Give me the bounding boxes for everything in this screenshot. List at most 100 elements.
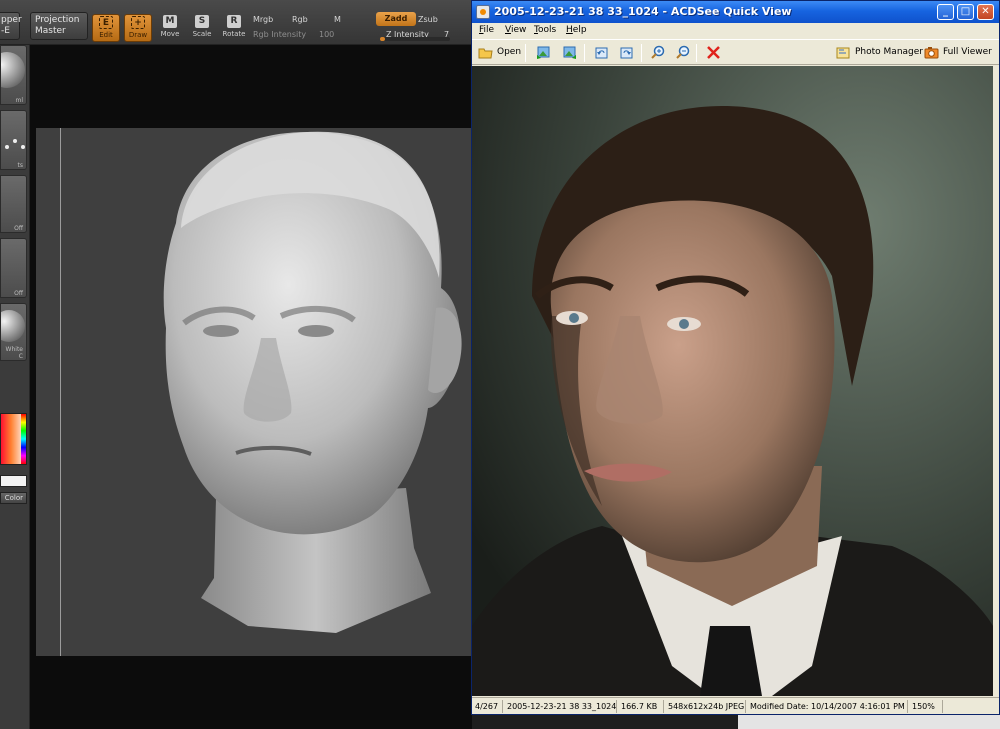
texture-swatch[interactable]: Off bbox=[0, 238, 27, 298]
rotate-left-button[interactable] bbox=[592, 43, 611, 62]
draw-button[interactable]: + Draw bbox=[124, 14, 152, 42]
acdsee-titlebar[interactable]: 2005-12-23-21 38 33_1024 - ACDSee Quick … bbox=[472, 1, 999, 23]
status-modified-date: Modified Date: 10/14/2007 4:16:01 PM bbox=[747, 700, 908, 713]
photo-manager-button[interactable] bbox=[834, 43, 853, 62]
edit-label: Edit bbox=[99, 31, 113, 39]
stroke-swatch-label: ts bbox=[17, 162, 23, 169]
texture-swatch-label: Off bbox=[14, 290, 23, 297]
background-window-edge bbox=[738, 715, 1000, 729]
rotate-right-icon bbox=[620, 47, 633, 59]
delete-x-icon bbox=[707, 46, 720, 59]
status-filename: 2005-12-23-21 38 33_1024 bbox=[504, 700, 617, 713]
acdsee-quick-view-window: 2005-12-23-21 38 33_1024 - ACDSee Quick … bbox=[471, 0, 1000, 715]
menu-help[interactable]: Help bbox=[566, 25, 587, 35]
zsub-button[interactable]: Zsub bbox=[418, 15, 438, 24]
rotate-label: Rotate bbox=[222, 30, 246, 38]
rotate-button[interactable]: R Rotate bbox=[220, 14, 248, 42]
open-label[interactable]: Open bbox=[497, 47, 521, 57]
m-button[interactable]: M bbox=[334, 15, 341, 24]
next-image-icon bbox=[563, 46, 576, 59]
acdsee-toolbar: Open Photo Manager Full Viewer bbox=[472, 39, 999, 65]
mrgb-button[interactable]: Mrgb bbox=[253, 15, 273, 24]
delete-button[interactable] bbox=[704, 43, 723, 62]
zoom-in-icon bbox=[651, 45, 665, 59]
close-button[interactable]: ✕ bbox=[977, 4, 994, 20]
photo-manager-icon bbox=[836, 47, 850, 59]
acdsee-statusbar: 4/267 2005-12-23-21 38 33_1024 166.7 KB … bbox=[472, 697, 999, 714]
full-viewer-label[interactable]: Full Viewer bbox=[943, 47, 992, 57]
rotate-icon: R bbox=[227, 15, 241, 28]
move-label: Move bbox=[160, 30, 180, 38]
projection-master-line1: Projection bbox=[35, 15, 80, 25]
move-button[interactable]: M Move bbox=[156, 14, 184, 42]
zadd-button[interactable]: Zadd bbox=[376, 12, 416, 26]
canvas-guide-line bbox=[60, 128, 61, 656]
rgb-intensity-label: Rgb Intensity bbox=[253, 30, 307, 39]
hue-strip[interactable] bbox=[21, 414, 26, 464]
color-menu-button[interactable]: Color bbox=[0, 492, 27, 504]
photo-manager-label[interactable]: Photo Manager bbox=[855, 47, 923, 57]
zoom-out-button[interactable] bbox=[673, 43, 692, 62]
material-swatch[interactable]: ml bbox=[0, 45, 27, 105]
white-material-swatch[interactable]: White C bbox=[0, 303, 27, 361]
toolbar-separator bbox=[641, 44, 642, 62]
alpha-swatch-label: Off bbox=[14, 225, 23, 232]
draw-label: Draw bbox=[128, 31, 148, 39]
full-viewer-button[interactable] bbox=[922, 43, 941, 62]
open-button[interactable] bbox=[476, 43, 495, 62]
draw-icon: + bbox=[131, 16, 145, 29]
image-viewport[interactable] bbox=[472, 66, 993, 696]
secondary-color-bar[interactable] bbox=[0, 475, 27, 487]
scale-label: Scale bbox=[192, 30, 212, 38]
color-picker[interactable] bbox=[0, 413, 27, 465]
z-intensity-slider[interactable] bbox=[380, 37, 450, 41]
sculpted-head-model[interactable] bbox=[36, 128, 472, 656]
acdsee-menubar: File View Tools Help bbox=[472, 23, 999, 39]
rotate-right-button[interactable] bbox=[617, 43, 636, 62]
z-intensity-fill bbox=[380, 37, 385, 41]
scale-icon: S bbox=[195, 15, 209, 28]
menu-tools[interactable]: Tools bbox=[534, 25, 556, 35]
move-icon: M bbox=[163, 15, 177, 28]
material-swatch-label: ml bbox=[15, 97, 23, 104]
toolbar-separator bbox=[525, 44, 526, 62]
menu-file[interactable]: File bbox=[479, 25, 494, 35]
scale-button[interactable]: S Scale bbox=[188, 14, 216, 42]
minimize-button[interactable]: _ bbox=[937, 4, 954, 20]
zbrush-top-toolbar: pper -E Projection Master E Edit + Draw … bbox=[0, 0, 472, 45]
edit-icon: E bbox=[99, 16, 113, 29]
desktop: pper -E Projection Master E Edit + Draw … bbox=[0, 0, 1000, 729]
tool-button-line1: pper bbox=[1, 15, 22, 25]
viewport-edge bbox=[993, 66, 999, 696]
acdsee-app-icon bbox=[476, 5, 490, 19]
toolbar-separator bbox=[584, 44, 585, 62]
stroke-swatch[interactable]: ts bbox=[0, 110, 27, 170]
projection-master-button[interactable]: Projection Master bbox=[30, 12, 88, 40]
toolbar-separator bbox=[696, 44, 697, 62]
maximize-button[interactable]: □ bbox=[957, 4, 974, 20]
tool-button-line2: -E bbox=[1, 26, 10, 36]
material-sphere-icon bbox=[0, 52, 25, 88]
camera-icon bbox=[924, 47, 939, 59]
zoom-out-icon bbox=[676, 45, 690, 59]
edit-button[interactable]: E Edit bbox=[92, 14, 120, 42]
rgb-button[interactable]: Rgb bbox=[292, 15, 308, 24]
zoom-in-button[interactable] bbox=[648, 43, 667, 62]
zbrush-tool-button[interactable]: pper -E bbox=[0, 12, 22, 40]
status-image-index: 4/267 bbox=[472, 700, 503, 713]
status-zoom: 150% bbox=[909, 700, 943, 713]
alpha-swatch[interactable]: Off bbox=[0, 175, 27, 233]
stroke-dots-icon bbox=[5, 139, 25, 149]
rotate-left-icon bbox=[595, 47, 608, 59]
zbrush-document[interactable] bbox=[36, 128, 472, 656]
open-folder-icon bbox=[478, 48, 493, 59]
next-image-button[interactable] bbox=[560, 43, 579, 62]
window-title: 2005-12-23-21 38 33_1024 - ACDSee Quick … bbox=[494, 5, 792, 18]
previous-image-button[interactable] bbox=[534, 43, 553, 62]
portrait-photo[interactable] bbox=[472, 66, 993, 696]
white-sphere-icon bbox=[0, 310, 25, 342]
rgb-intensity-value: 100 bbox=[319, 30, 335, 39]
menu-view[interactable]: View bbox=[505, 25, 526, 35]
status-dimensions: 548x612x24b JPEG bbox=[665, 700, 746, 713]
zbrush-left-shelf: ml ts Off Off White C Color bbox=[0, 45, 30, 729]
